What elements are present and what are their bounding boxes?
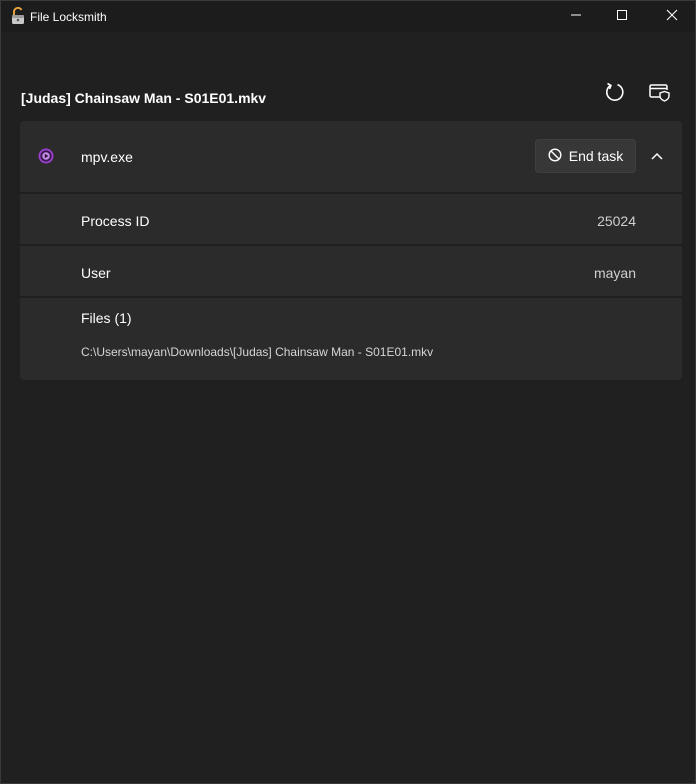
divider [20,244,682,246]
end-task-label: End task [569,148,623,164]
file-path: C:\Users\mayan\Downloads\[Judas] Chainsa… [81,345,433,359]
refresh-icon [604,81,626,108]
user-label: User [81,265,111,281]
files-label: Files (1) [81,310,132,326]
chevron-up-icon [651,147,663,165]
divider [20,296,682,298]
process-name: mpv.exe [81,149,133,165]
unlocked-padlock-icon [10,7,26,25]
process-id-value: 25024 [597,213,636,229]
user-value: mayan [594,265,636,281]
process-card-header[interactable]: mpv.exe End task [20,121,682,192]
end-task-button[interactable]: End task [535,139,636,173]
restart-as-admin-button[interactable] [643,79,675,109]
title-bar[interactable]: File Locksmith [1,1,695,32]
process-card: mpv.exe End task Process ID [20,121,682,380]
collapse-details-button[interactable] [646,145,668,167]
minimize-icon [570,8,582,26]
refresh-button[interactable] [599,79,631,109]
divider [20,192,682,194]
process-id-label: Process ID [81,213,149,229]
prohibited-icon [548,148,562,165]
minimize-button[interactable] [553,1,599,32]
window-title: File Locksmith [30,10,107,24]
file-locksmith-window: File Locksmith [Judas] Chainsaw Man - S0… [0,0,696,784]
mpv-icon [38,148,54,164]
restart-as-admin-shield-icon [648,81,670,108]
maximize-icon [616,8,628,26]
close-icon [666,8,678,26]
locked-file-name: [Judas] Chainsaw Man - S01E01.mkv [21,90,266,106]
close-button[interactable] [649,1,695,32]
maximize-button[interactable] [599,1,645,32]
